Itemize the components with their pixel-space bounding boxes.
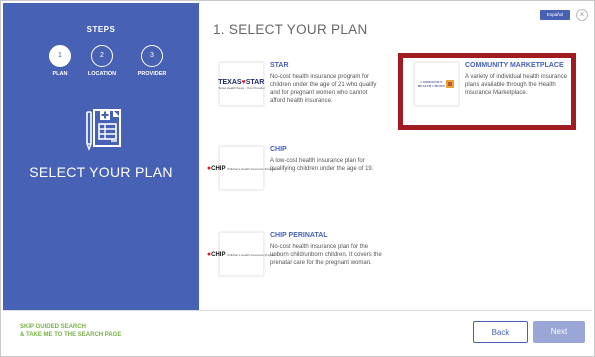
plan-description: A low-cost health insurance plan for qua… [270, 157, 374, 172]
language-button[interactable]: Español [540, 10, 570, 20]
texas-star-logo: TEXAS♥STAR Texas Health Steps · Your Pro… [218, 62, 265, 106]
plan-name: CHIP [270, 146, 287, 153]
steps-title: STEPS [86, 25, 116, 34]
next-button[interactable]: Next [533, 321, 585, 343]
step-number: 2 [91, 45, 113, 67]
step-label: PROVIDER [137, 71, 167, 77]
chip-logo: ●CHIP Children's Health Insurance Progra… [207, 232, 276, 276]
back-button[interactable]: Back [473, 321, 528, 343]
close-icon[interactable]: × [576, 9, 588, 21]
step-provider[interactable]: 3 PROVIDER [122, 45, 182, 77]
plan-name: STAR [270, 62, 289, 69]
step-number: 3 [141, 45, 163, 67]
document-form-icon [86, 109, 121, 151]
plan-description: No-cost health insurance program for chi… [270, 73, 377, 104]
left-panel-title: SELECT YOUR PLAN [29, 164, 173, 180]
footer-divider [3, 310, 592, 311]
selected-plan-highlight [398, 53, 576, 130]
steps-panel: STEPS 1 PLAN 2 LOCATION 3 PROVIDER SELEC [3, 3, 199, 310]
step-number: 1 [49, 45, 71, 67]
plan-description: No-cost health insurance plan for the un… [270, 243, 382, 266]
app-frame: STEPS 1 PLAN 2 LOCATION 3 PROVIDER SELEC [0, 0, 595, 357]
page-title: 1. SELECT YOUR PLAN [213, 22, 368, 37]
skip-guided-search-link[interactable]: SKIP GUIDED SEARCH & TAKE ME TO THE SEARC… [20, 323, 121, 339]
chip-logo: ●CHIP Children's Health Insurance Progra… [207, 146, 276, 190]
plan-name: CHIP PERINATAL [270, 232, 328, 239]
